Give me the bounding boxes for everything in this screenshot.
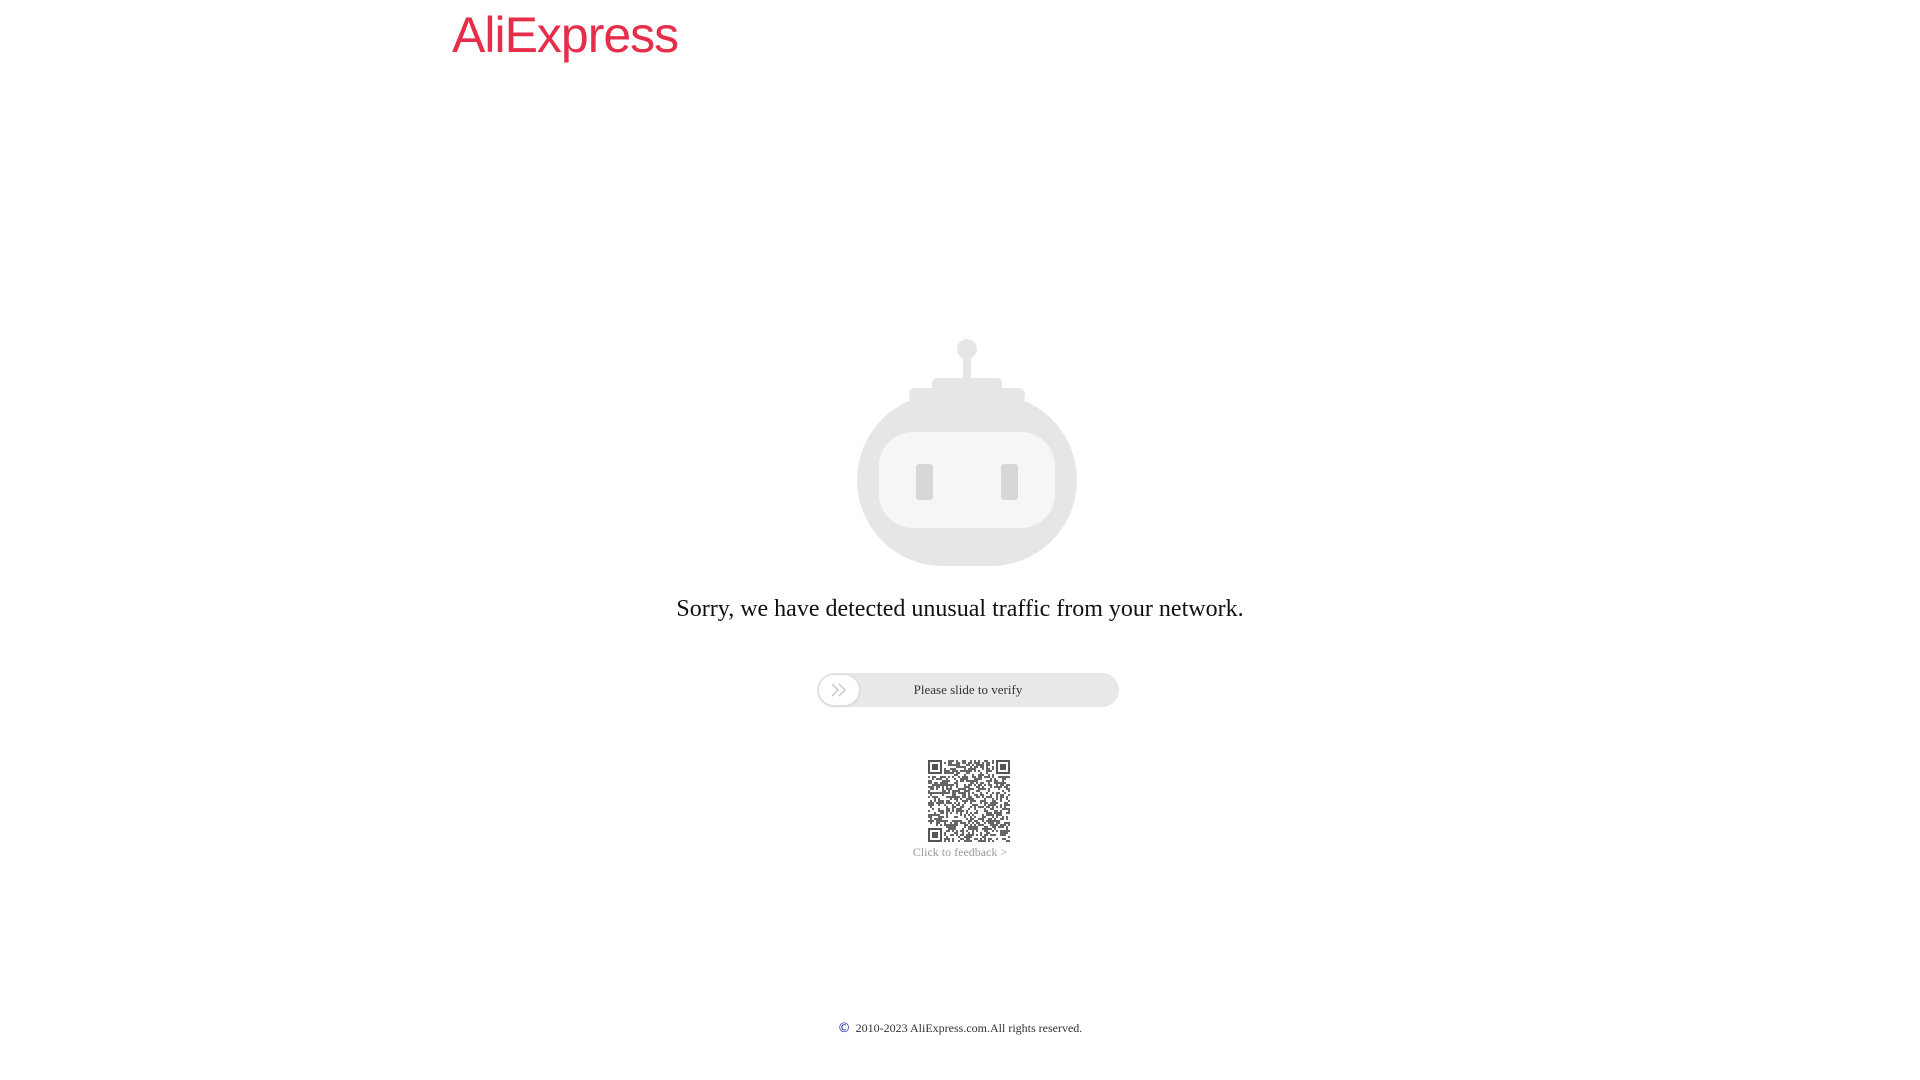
robot-left-eye <box>916 464 933 500</box>
footer: © 2010-2023 AliExpress.com.All rights res… <box>0 1021 1920 1036</box>
double-chevron-right-icon <box>831 683 846 697</box>
slider-label: Please slide to verify <box>913 682 1023 697</box>
verification-page: AliExpress Sorry, we have detected unusu… <box>0 0 1920 1080</box>
robot-right-eye <box>1001 464 1018 500</box>
slider-handle[interactable] <box>818 674 860 706</box>
unusual-traffic-message: Sorry, we have detected unusual traffic … <box>676 596 1244 622</box>
robot-icon <box>857 339 1077 566</box>
feedback-link[interactable]: Click to feedback > <box>0 845 1920 860</box>
qr-code-icon[interactable] <box>928 760 1010 842</box>
robot-face <box>879 432 1055 528</box>
copyright-icon: © <box>837 1021 851 1036</box>
aliexpress-logo[interactable]: AliExpress <box>452 10 679 60</box>
copyright-text: 2010-2023 AliExpress.com.All rights rese… <box>855 1021 1083 1035</box>
slide-to-verify-slider[interactable]: Please slide to verify <box>817 673 1119 707</box>
